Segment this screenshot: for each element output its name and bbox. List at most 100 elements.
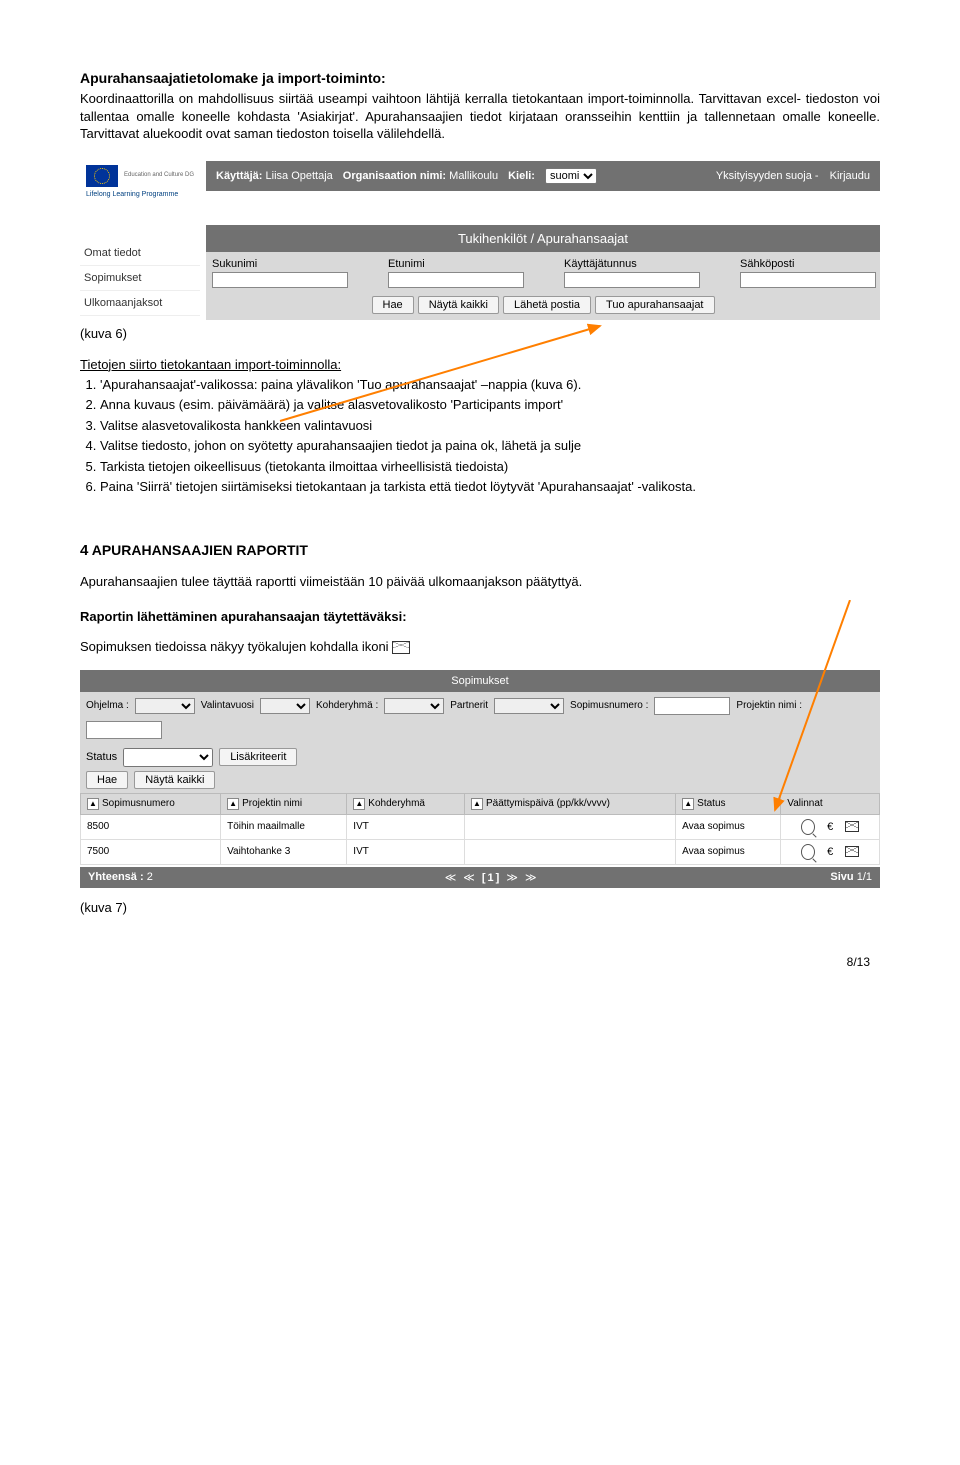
step-4: Valitse tiedosto, johon on syötetty apur… xyxy=(100,437,880,455)
th-paattymispaiva[interactable]: ▲Päättymispäivä (pp/kk/vvvv) xyxy=(465,793,676,814)
logout-link[interactable]: Kirjaudu xyxy=(830,170,870,182)
user-value: Liisa Opettaja xyxy=(266,170,333,182)
filter-email-input[interactable] xyxy=(740,272,876,288)
filter-partnerit-label: Partnerit xyxy=(450,700,488,711)
filter-partnerit-select[interactable] xyxy=(494,698,564,714)
contracts-nayta-kaikki-button[interactable]: Näytä kaikki xyxy=(134,771,215,789)
filter-status-select[interactable] xyxy=(123,748,213,767)
sort-icon[interactable]: ▲ xyxy=(353,798,365,810)
filter-projekti-input[interactable] xyxy=(86,721,162,739)
section-bar: Tukihenkilöt / Apurahansaajat xyxy=(206,225,880,252)
th-status[interactable]: ▲Status xyxy=(676,793,781,814)
eu-flag-icon xyxy=(86,165,118,187)
envelope-icon[interactable] xyxy=(845,820,859,834)
envelope-icon xyxy=(392,641,410,654)
cell-num: 8500 xyxy=(81,814,221,839)
privacy-link[interactable]: Yksityisyyden suoja xyxy=(716,170,812,182)
step-2: Anna kuvaus (esim. päivämäärä) ja valits… xyxy=(100,396,880,414)
th-valinnat: Valinnat xyxy=(781,793,880,814)
th-kohderyhma[interactable]: ▲Kohderyhmä xyxy=(347,793,465,814)
lisakriteerit-button[interactable]: Lisäkriteerit xyxy=(219,748,297,766)
sort-icon[interactable]: ▲ xyxy=(471,798,483,810)
filter-valintavuosi-label: Valintavuosi xyxy=(201,700,254,711)
kuva7-label: (kuva 7) xyxy=(80,900,880,915)
cell-name: Vaihtohanke 3 xyxy=(221,839,347,864)
table-row: 8500 Töihin maailmalle IVT Avaa sopimus … xyxy=(81,814,880,839)
contracts-action-row: Hae Näytä kaikki xyxy=(80,771,880,793)
app-header: Käyttäjä: Liisa Opettaja Organisaation n… xyxy=(206,161,880,191)
sort-icon[interactable]: ▲ xyxy=(227,798,239,810)
ec-label: Education and Culture DG xyxy=(124,172,194,179)
paging-current: [1] xyxy=(482,872,501,884)
step-1: 'Apurahansaajat'-valikossa: paina yläval… xyxy=(100,376,880,394)
page-label: Sivu xyxy=(830,871,853,883)
hae-button[interactable]: Hae xyxy=(372,296,414,314)
th-sopimusnumero[interactable]: ▲Sopimusnumero xyxy=(81,793,221,814)
nav-omat-tiedot[interactable]: Omat tiedot xyxy=(80,241,200,266)
para3-text: Sopimuksen tiedoissa näkyy työkalujen ko… xyxy=(80,639,389,654)
magnifier-icon[interactable] xyxy=(801,820,815,834)
sort-icon[interactable]: ▲ xyxy=(682,798,694,810)
nav-sopimukset[interactable]: Sopimukset xyxy=(80,266,200,291)
filter-ohjelma-select[interactable] xyxy=(135,698,195,714)
filter-tunnus-input[interactable] xyxy=(564,272,700,288)
cell-name: Töihin maailmalle xyxy=(221,814,347,839)
filter-sopimusnumero-label: Sopimusnumero : xyxy=(570,700,648,711)
page-value: 1/1 xyxy=(857,871,872,883)
filter-row: Sukunimi Etunimi Käyttäjätunnus Sähköpos… xyxy=(206,252,880,294)
cell-status[interactable]: Avaa sopimus xyxy=(676,839,781,864)
magnifier-icon[interactable] xyxy=(801,845,815,859)
cell-tools: € xyxy=(781,814,880,839)
instructions-heading: Tietojen siirto tietokantaan import-toim… xyxy=(80,357,880,372)
cell-end xyxy=(465,814,676,839)
filter-etunimi-label: Etunimi xyxy=(388,258,524,270)
filter-kohderyhma-label: Kohderyhmä : xyxy=(316,700,378,711)
org-value: Mallikoulu xyxy=(449,170,498,182)
section-title: Apurahansaajatietolomake ja import-toimi… xyxy=(80,70,880,86)
paragraph-1: Koordinaattorilla on mahdollisuus siirtä… xyxy=(80,90,880,143)
contracts-section-bar: Sopimukset xyxy=(80,670,880,692)
step-5: Tarkista tietojen oikeellisuus (tietokan… xyxy=(100,458,880,476)
filter-ohjelma-label: Ohjelma : xyxy=(86,700,129,711)
filter-kohderyhma-select[interactable] xyxy=(384,698,444,714)
logo-block: Education and Culture DG Lifelong Learni… xyxy=(80,161,206,203)
th-projektin-nimi[interactable]: ▲Projektin nimi xyxy=(221,793,347,814)
filter-valintavuosi-select[interactable] xyxy=(260,698,310,714)
table-row: 7500 Vaihtohanke 3 IVT Avaa sopimus € xyxy=(81,839,880,864)
button-row: Hae Näytä kaikki Lähetä postia Tuo apura… xyxy=(206,294,880,320)
nav-ulkomaanjaksot[interactable]: Ulkomaanjaksot xyxy=(80,291,200,316)
tuo-apurahansaajat-button[interactable]: Tuo apurahansaajat xyxy=(595,296,714,314)
step-6: Paina 'Siirrä' tietojen siirtämiseksi ti… xyxy=(100,478,880,496)
filter-sopimusnumero-input[interactable] xyxy=(654,697,730,715)
lang-select[interactable]: suomi xyxy=(545,168,597,184)
paging-prev-icon[interactable]: ≪ ≪ xyxy=(445,872,477,884)
page-number: 8/13 xyxy=(80,955,880,969)
euro-icon[interactable]: € xyxy=(823,845,837,859)
cell-tools: € xyxy=(781,839,880,864)
side-nav: Omat tiedot Sopimukset Ulkomaanjaksot xyxy=(80,241,200,316)
cell-status[interactable]: Avaa sopimus xyxy=(676,814,781,839)
filter-tunnus-label: Käyttäjätunnus xyxy=(564,258,700,270)
section4-heading: 4 APURAHANSAAJIEN RAPORTIT xyxy=(80,542,880,559)
sort-icon[interactable]: ▲ xyxy=(87,798,99,810)
cell-group: IVT xyxy=(347,839,465,864)
instruction-list: 'Apurahansaajat'-valikossa: paina yläval… xyxy=(100,376,880,496)
link-sep: - xyxy=(815,170,819,182)
filter-sukunimi-input[interactable] xyxy=(212,272,348,288)
filter-projekti-label: Projektin nimi : xyxy=(736,700,802,711)
filter-etunimi-input[interactable] xyxy=(388,272,524,288)
contracts-hae-button[interactable]: Hae xyxy=(86,771,128,789)
euro-icon[interactable]: € xyxy=(823,820,837,834)
total-label: Yhteensä : xyxy=(88,871,144,883)
filter-status-label: Status xyxy=(86,751,117,763)
envelope-icon[interactable] xyxy=(845,845,859,859)
paragraph-3: Sopimuksen tiedoissa näkyy työkalujen ko… xyxy=(80,638,880,656)
contracts-filters-row2: Status Lisäkriteerit xyxy=(80,744,880,771)
cell-num: 7500 xyxy=(81,839,221,864)
paging-next-icon[interactable]: ≫ ≫ xyxy=(506,872,538,884)
nayta-kaikki-button[interactable]: Näytä kaikki xyxy=(418,296,499,314)
lang-label: Kieli: xyxy=(508,170,535,182)
screenshot-kuva6: Education and Culture DG Lifelong Learni… xyxy=(80,161,880,320)
user-label: Käyttäjä: xyxy=(216,170,262,182)
laheta-postia-button[interactable]: Lähetä postia xyxy=(503,296,591,314)
